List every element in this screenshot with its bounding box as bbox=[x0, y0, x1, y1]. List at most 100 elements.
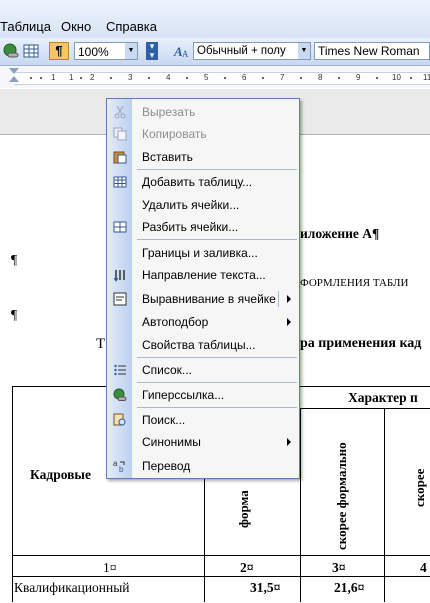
zoom-dropdown[interactable]: 100% ▼ bbox=[74, 42, 138, 60]
menu-item-text-direction[interactable]: Направление текста... bbox=[107, 264, 299, 286]
menu-separator bbox=[137, 407, 297, 408]
scissors-icon bbox=[114, 105, 126, 119]
list-icon bbox=[114, 364, 126, 376]
vertical-header-3: скорее bbox=[412, 468, 427, 507]
menu-item-research[interactable]: Поиск... bbox=[107, 409, 299, 431]
context-menu: Вырезать Копировать Вставить Добавить та… bbox=[106, 98, 300, 479]
menu-item-list[interactable]: Список... bbox=[107, 359, 299, 381]
cell-align-icon bbox=[113, 292, 127, 306]
menu-item-borders-shading[interactable]: Границы и заливка... bbox=[107, 242, 299, 264]
zoom-value: 100% bbox=[78, 45, 109, 59]
ruler-number: 6 bbox=[242, 73, 247, 82]
ruler-number: 2 bbox=[90, 73, 95, 82]
table-cell: Квалификационный bbox=[14, 580, 130, 595]
ruler-tick bbox=[148, 77, 150, 79]
font-dropdown[interactable]: Times New Roman bbox=[314, 42, 430, 60]
ruler-number: 1 bbox=[69, 73, 74, 82]
menu-item-label: Разбить ячейки... bbox=[142, 220, 239, 234]
table-border-left bbox=[12, 386, 13, 602]
menu-window[interactable]: Окно bbox=[61, 19, 91, 35]
copy-icon bbox=[113, 127, 127, 141]
horizontal-ruler[interactable]: 1 1 2 3 4 5 6 7 8 9 10 11 bbox=[0, 66, 430, 88]
menu-table[interactable]: Таблица bbox=[0, 19, 51, 35]
ruler-number: 4 bbox=[166, 73, 171, 82]
ruler-number: 1 bbox=[51, 73, 56, 82]
menu-item-translate[interactable]: a b Перевод bbox=[107, 455, 299, 477]
menu-item-label: Выравнивание в ячейке bbox=[142, 292, 276, 306]
menu-item-synonyms[interactable]: Синонимы bbox=[107, 431, 299, 453]
hyperlink-icon bbox=[113, 388, 127, 401]
ruler-tick bbox=[376, 77, 378, 79]
svg-text:a: a bbox=[113, 459, 118, 468]
ruler-band bbox=[14, 72, 430, 85]
menu-item-delete-cells[interactable]: Удалить ячейки... bbox=[107, 194, 299, 216]
ruler-tick bbox=[110, 77, 112, 79]
menu-item-label: Список... bbox=[142, 363, 192, 377]
pilcrow-icon[interactable]: ¶ bbox=[49, 42, 69, 60]
submenu-arrow-icon bbox=[287, 318, 291, 326]
table-column-line bbox=[384, 408, 385, 602]
menu-item-cut[interactable]: Вырезать bbox=[107, 101, 299, 123]
menu-item-label: Копировать bbox=[142, 127, 207, 141]
table-row-line bbox=[12, 576, 430, 577]
appendix-title: иложение А¶ bbox=[300, 226, 380, 241]
menu-item-split-cells[interactable]: Разбить ячейки... bbox=[107, 216, 299, 238]
menu-item-cell-alignment[interactable]: Выравнивание в ячейке bbox=[107, 288, 299, 310]
menu-bar: Таблица Окно Справка bbox=[0, 0, 430, 38]
font-value: Times New Roman bbox=[318, 44, 420, 58]
menu-item-label: Вставить bbox=[142, 150, 193, 164]
table-icon[interactable] bbox=[22, 42, 40, 60]
paste-icon bbox=[113, 151, 127, 164]
indent-marker-icon[interactable] bbox=[9, 68, 19, 86]
menu-item-label: Удалить ячейки... bbox=[142, 198, 240, 212]
submenu-divider bbox=[278, 291, 279, 307]
menu-item-autofit[interactable]: Автоподбор bbox=[107, 311, 299, 333]
ruler-number: 10 bbox=[392, 73, 401, 82]
ruler-tick bbox=[410, 77, 412, 79]
split-cells-icon bbox=[113, 221, 127, 233]
ruler-tick bbox=[186, 77, 188, 79]
menu-item-table-properties[interactable]: Свойства таблицы... bbox=[107, 334, 299, 356]
ruler-tick bbox=[262, 77, 264, 79]
submenu-arrow-icon bbox=[287, 295, 291, 303]
ruler-tick bbox=[80, 77, 82, 79]
ruler-number: 8 bbox=[318, 73, 323, 82]
chevron-down-icon: ▼ bbox=[298, 43, 310, 59]
vertical-header-1: форма bbox=[236, 490, 251, 528]
menu-item-paste[interactable]: Вставить bbox=[107, 146, 299, 168]
table-column-line bbox=[300, 408, 301, 602]
translate-icon: a b bbox=[113, 459, 125, 473]
table-cell: 21,6¤ bbox=[334, 580, 365, 595]
styles-icon[interactable]: A A bbox=[172, 42, 190, 60]
table-row-line bbox=[300, 408, 430, 409]
subheading-left: Т bbox=[96, 336, 106, 352]
ruler-tick bbox=[338, 77, 340, 79]
ruler-tick bbox=[40, 77, 42, 79]
svg-text:b: b bbox=[119, 465, 124, 473]
table-heading: ФОРМЛЕНИЯ ТАБЛИ bbox=[300, 277, 409, 289]
ruler-tick bbox=[30, 77, 32, 79]
formatting-toolbar: ¶ 100% ▼ ▾ ▾ A A Обычный + полу ▼ Times N… bbox=[0, 38, 430, 66]
menu-item-copy[interactable]: Копировать bbox=[107, 123, 299, 145]
vertical-header-2: скорее формально bbox=[334, 442, 349, 550]
menu-item-label: Свойства таблицы... bbox=[142, 338, 256, 352]
table-cell: 3¤ bbox=[332, 560, 346, 575]
ruler-number: 5 bbox=[204, 73, 209, 82]
menu-item-label: Перевод bbox=[142, 459, 191, 473]
ruler-number: 3 bbox=[128, 73, 133, 82]
ruler-number: 7 bbox=[280, 73, 285, 82]
text-direction-icon bbox=[113, 270, 125, 282]
style-dropdown[interactable]: Обычный + полу ▼ bbox=[193, 42, 311, 60]
hyperlink-icon[interactable] bbox=[2, 42, 20, 60]
menu-item-insert-table[interactable]: Добавить таблицу... bbox=[107, 171, 299, 193]
ruler-tick bbox=[300, 77, 302, 79]
menu-item-label: Направление текста... bbox=[142, 268, 266, 282]
menu-item-label: Добавить таблицу... bbox=[142, 175, 253, 189]
menu-item-hyperlink[interactable]: Гиперссылка... bbox=[107, 384, 299, 406]
toolbar-options-icon[interactable]: ▾ ▾ bbox=[146, 42, 158, 60]
menu-item-label: Вырезать bbox=[142, 105, 196, 119]
menu-separator bbox=[137, 357, 297, 358]
menu-item-label: Поиск... bbox=[142, 413, 186, 427]
menu-help[interactable]: Справка bbox=[106, 19, 157, 35]
menu-separator bbox=[137, 169, 297, 170]
